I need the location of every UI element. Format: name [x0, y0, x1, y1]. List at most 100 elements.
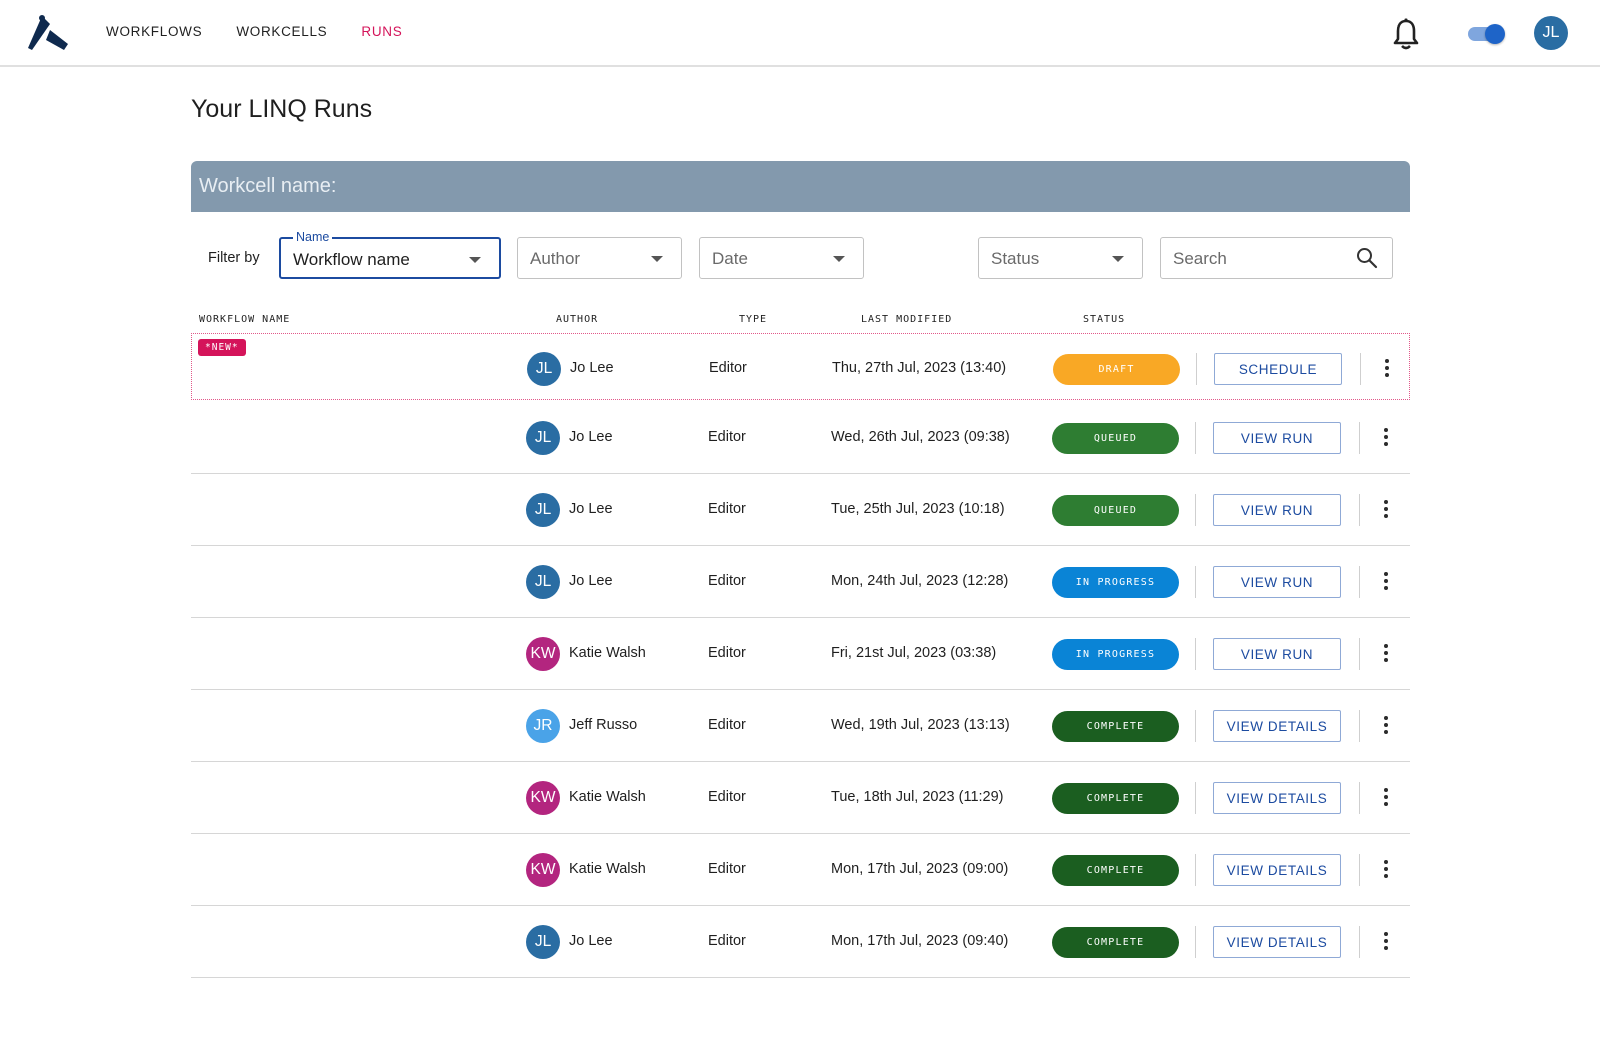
author-filter-select[interactable]: Author [517, 237, 682, 279]
status-badge: COMPLETE [1052, 855, 1179, 886]
run-type: Editor [709, 360, 747, 376]
more-options-icon[interactable] [1376, 570, 1396, 594]
last-modified: Tue, 18th Jul, 2023 (11:29) [831, 789, 1004, 805]
name-filter-value: Workflow name [293, 250, 410, 269]
last-modified: Mon, 17th Jul, 2023 (09:40) [831, 933, 1009, 949]
more-options-icon[interactable] [1376, 642, 1396, 666]
more-options-icon[interactable] [1376, 426, 1396, 450]
author-name: Jeff Russo [569, 717, 638, 733]
row-divider [1359, 782, 1360, 814]
status-filter-placeholder: Status [991, 249, 1040, 268]
filter-by-label: Filter by [208, 250, 260, 266]
row-action-button[interactable]: VIEW DETAILS [1213, 710, 1341, 742]
chevron-down-icon [833, 256, 845, 262]
name-filter-select[interactable]: Name Workflow name [279, 230, 501, 279]
row-divider [1359, 494, 1360, 526]
col-header-status[interactable]: STATUS [1083, 314, 1125, 325]
status-badge: DRAFT [1053, 354, 1180, 385]
row-divider [1359, 710, 1360, 742]
more-options-icon[interactable] [1376, 930, 1396, 954]
name-filter-label: Name [293, 230, 333, 244]
row-divider [1359, 566, 1360, 598]
more-options-icon[interactable] [1376, 714, 1396, 738]
row-action-button[interactable]: VIEW DETAILS [1213, 926, 1341, 958]
author-avatar: KW [526, 853, 560, 887]
col-header-workflow-name[interactable]: WORKFLOW NAME [199, 314, 290, 325]
table-row[interactable]: JL Jo Lee Editor Mon, 17th Jul, 2023 (09:40… [191, 906, 1410, 978]
row-action-button[interactable]: VIEW RUN [1213, 422, 1341, 454]
last-modified: Thu, 27th Jul, 2023 (13:40) [832, 360, 1007, 376]
nav-workflows[interactable]: WORKFLOWS [106, 24, 202, 39]
author-name: Jo Lee [569, 933, 613, 949]
table-row[interactable]: KW Katie Walsh Editor Mon, 17th Jul, 2023 (… [191, 834, 1410, 906]
table-row[interactable]: JL Jo Lee Editor Mon, 24th Jul, 2023 (12:28… [191, 546, 1410, 618]
author-avatar: JL [526, 493, 560, 527]
row-divider [1359, 926, 1360, 958]
author-name: Katie Walsh [569, 645, 646, 661]
bell-icon[interactable] [1392, 18, 1420, 50]
search-input[interactable]: Search [1160, 237, 1393, 279]
top-bar: WORKFLOWS WORKCELLS RUNS JL [0, 0, 1600, 67]
run-type: Editor [708, 861, 746, 877]
toggle-knob [1485, 24, 1505, 44]
new-badge: *NEW* [198, 339, 246, 356]
table-row[interactable]: JR Jeff Russo Editor Wed, 19th Jul, 2023 (1… [191, 690, 1410, 762]
col-header-type[interactable]: TYPE [739, 314, 767, 325]
run-type: Editor [708, 429, 746, 445]
table-row[interactable]: JL Jo Lee Editor Wed, 26th Jul, 2023 (09:38… [191, 402, 1410, 474]
row-divider [1359, 638, 1360, 670]
row-divider [1195, 710, 1196, 742]
row-action-button[interactable]: VIEW RUN [1213, 566, 1341, 598]
row-divider [1195, 422, 1196, 454]
table-row[interactable]: *NEW* JL Jo Lee Editor Thu, 27th Jul, 2023 (… [191, 333, 1410, 400]
row-divider [1195, 638, 1196, 670]
more-options-icon[interactable] [1377, 357, 1397, 381]
row-divider [1360, 353, 1361, 385]
row-divider [1195, 494, 1196, 526]
nav-workcells[interactable]: WORKCELLS [236, 24, 327, 39]
search-placeholder: Search [1173, 249, 1227, 268]
row-action-button[interactable]: VIEW RUN [1213, 638, 1341, 670]
more-options-icon[interactable] [1376, 858, 1396, 882]
last-modified: Mon, 17th Jul, 2023 (09:00) [831, 861, 1009, 877]
row-action-button[interactable]: VIEW DETAILS [1213, 854, 1341, 886]
last-modified: Wed, 19th Jul, 2023 (13:13) [831, 717, 1010, 733]
more-options-icon[interactable] [1376, 498, 1396, 522]
row-action-button[interactable]: SCHEDULE [1214, 353, 1342, 385]
run-type: Editor [708, 933, 746, 949]
status-badge: COMPLETE [1052, 711, 1179, 742]
status-badge: IN PROGRESS [1052, 567, 1179, 598]
date-filter-placeholder: Date [712, 249, 748, 268]
row-action-button[interactable]: VIEW RUN [1213, 494, 1341, 526]
chevron-down-icon [651, 256, 663, 262]
date-filter-select[interactable]: Date [699, 237, 864, 279]
user-avatar[interactable]: JL [1534, 16, 1568, 50]
table-row[interactable]: KW Katie Walsh Editor Fri, 21st Jul, 2023 (… [191, 618, 1410, 690]
last-modified: Tue, 25th Jul, 2023 (10:18) [831, 501, 1005, 517]
run-type: Editor [708, 717, 746, 733]
table-row[interactable]: JL Jo Lee Editor Tue, 25th Jul, 2023 (10:18… [191, 474, 1410, 546]
author-avatar: JL [527, 352, 561, 386]
col-header-author[interactable]: AUTHOR [556, 314, 598, 325]
col-header-last-modified[interactable]: LAST MODIFIED [861, 314, 952, 325]
row-divider [1196, 353, 1197, 385]
nav-runs[interactable]: RUNS [361, 24, 402, 39]
search-icon[interactable] [1356, 247, 1378, 269]
author-avatar: JR [526, 709, 560, 743]
last-modified: Wed, 26th Jul, 2023 (09:38) [831, 429, 1010, 445]
workcell-label: Workcell name: [199, 175, 337, 197]
author-avatar: KW [526, 637, 560, 671]
last-modified: Fri, 21st Jul, 2023 (03:38) [831, 645, 997, 661]
row-divider [1195, 782, 1196, 814]
status-badge: IN PROGRESS [1052, 639, 1179, 670]
row-action-button[interactable]: VIEW DETAILS [1213, 782, 1341, 814]
status-filter-select[interactable]: Status [978, 237, 1143, 279]
run-type: Editor [708, 789, 746, 805]
chevron-down-icon [1112, 256, 1124, 262]
more-options-icon[interactable] [1376, 786, 1396, 810]
workcell-bar: Workcell name: [191, 161, 1410, 212]
chevron-down-icon [469, 257, 481, 263]
brand-logo[interactable] [28, 14, 70, 52]
table-row[interactable]: KW Katie Walsh Editor Tue, 18th Jul, 2023 (… [191, 762, 1410, 834]
theme-toggle[interactable] [1468, 24, 1508, 44]
